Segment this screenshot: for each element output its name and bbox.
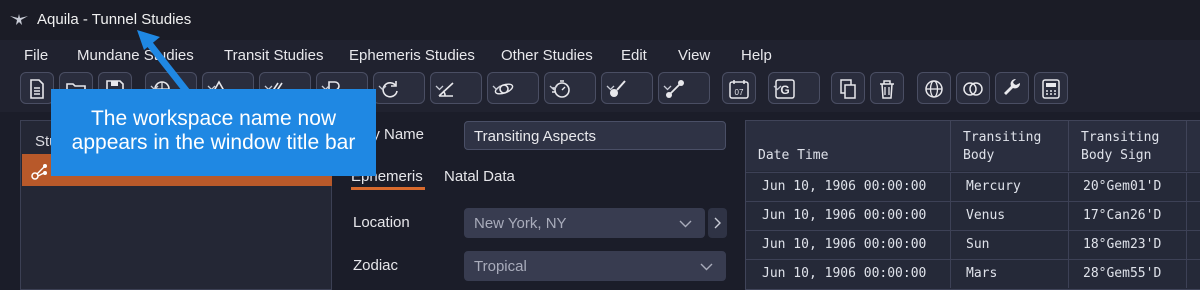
timer-button[interactable] [544, 72, 596, 104]
cell-body: Sun [951, 231, 1069, 259]
title-bar: Aquila - Tunnel Studies [0, 0, 1200, 40]
cell-sign: 20°Gem01'D [1069, 173, 1187, 201]
cell-sign: 17°Can26'D [1069, 202, 1187, 230]
chevron-down-icon [700, 263, 713, 271]
chevron-down-icon [773, 85, 782, 91]
chevron-right-icon [714, 217, 721, 229]
orbit-button[interactable] [487, 72, 539, 104]
cell-sign: 28°Gem55'D [1069, 260, 1187, 288]
annotation-callout: The workspace name now appears in the wi… [51, 89, 376, 176]
overlap-button[interactable] [956, 72, 990, 104]
cell-sign: 18°Gem23'D [1069, 231, 1187, 259]
menu-view[interactable]: View [678, 47, 710, 64]
location-more-button[interactable] [708, 208, 727, 238]
calendar-button[interactable]: 07 [722, 72, 756, 104]
menu-help[interactable]: Help [741, 47, 772, 64]
menu-file[interactable]: File [24, 47, 48, 64]
zodiac-select[interactable]: Tropical [464, 251, 726, 281]
cell-body: Mercury [951, 173, 1069, 201]
overlap-circles-icon [963, 82, 983, 96]
copy-button[interactable] [831, 72, 865, 104]
chevron-down-icon [606, 85, 615, 91]
table-row[interactable]: Jun 10, 1906 00:00:00 Mercury 20°Gem01'D [746, 172, 1200, 201]
location-select[interactable]: New York, NY [464, 208, 705, 238]
delete-button[interactable] [870, 72, 904, 104]
cell-date-time: Jun 10, 1906 00:00:00 [746, 231, 951, 259]
menu-edit[interactable]: Edit [621, 47, 647, 64]
menu-transit-studies[interactable]: Transit Studies [224, 47, 324, 64]
cell-body: Mars [951, 260, 1069, 288]
calculator-icon [1042, 79, 1060, 99]
chevron-down-icon [378, 85, 387, 91]
window-title: Aquila - Tunnel Studies [37, 11, 192, 28]
active-tab-indicator [351, 187, 425, 190]
chevron-down-icon [435, 85, 444, 91]
cell-body: Venus [951, 202, 1069, 230]
svg-text:07: 07 [735, 88, 744, 97]
new-document-button[interactable] [20, 72, 54, 104]
location-label: Location [353, 214, 410, 231]
trash-icon [880, 80, 894, 99]
location-value: New York, NY [474, 215, 567, 232]
cycle-button[interactable] [373, 72, 425, 104]
settings-button[interactable] [995, 72, 1029, 104]
menu-ephemeris-studies[interactable]: Ephemeris Studies [349, 47, 475, 64]
aspect-pattern-icon [31, 164, 47, 180]
chevron-down-icon [492, 85, 501, 91]
zodiac-label: Zodiac [353, 257, 399, 274]
column-header-date-time[interactable]: Date Time [746, 121, 951, 171]
chevron-down-icon [679, 220, 692, 228]
menu-bar: File Mundane Studies Transit Studies Eph… [0, 40, 1200, 70]
ephemeris-grid: Date Time Transiting Body Transiting Bod… [745, 120, 1200, 290]
table-row[interactable]: Jun 10, 1906 00:00:00 Sun 18°Gem23'D [746, 230, 1200, 259]
brush-button[interactable] [601, 72, 653, 104]
cell-date-time: Jun 10, 1906 00:00:00 [746, 260, 951, 288]
zodiac-value: Tropical [474, 258, 527, 275]
calculator-button[interactable] [1034, 72, 1068, 104]
table-row[interactable]: Jun 10, 1906 00:00:00 Mars 28°Gem55'D [746, 259, 1200, 288]
study-name-input[interactable]: Transiting Aspects [464, 121, 726, 150]
menu-mundane-studies[interactable]: Mundane Studies [77, 47, 194, 64]
calendar-icon: 07 [729, 80, 749, 99]
table-row[interactable]: Jun 10, 1906 00:00:00 Venus 17°Can26'D [746, 201, 1200, 230]
cell-date-time: Jun 10, 1906 00:00:00 [746, 202, 951, 230]
copy-icon [840, 79, 856, 99]
chevron-down-icon [663, 85, 672, 91]
column-header-transiting-body-sign[interactable]: Transiting Body Sign [1069, 121, 1187, 171]
column-header-overflow [1187, 121, 1200, 171]
wrench-icon [1004, 78, 1021, 95]
new-document-icon [30, 79, 44, 99]
globe-button[interactable] [917, 72, 951, 104]
tab-natal-data[interactable]: Natal Data [444, 168, 515, 185]
app-logo-icon [10, 14, 28, 25]
cell-date-time: Jun 10, 1906 00:00:00 [746, 173, 951, 201]
column-header-transiting-body[interactable]: Transiting Body [951, 121, 1069, 171]
menu-other-studies[interactable]: Other Studies [501, 47, 593, 64]
study-name-value: Transiting Aspects [474, 128, 596, 145]
connect-button[interactable] [658, 72, 710, 104]
globe-icon [925, 80, 943, 98]
g-button[interactable]: G [768, 72, 820, 104]
angle-button[interactable] [430, 72, 482, 104]
chevron-down-icon [549, 85, 558, 91]
